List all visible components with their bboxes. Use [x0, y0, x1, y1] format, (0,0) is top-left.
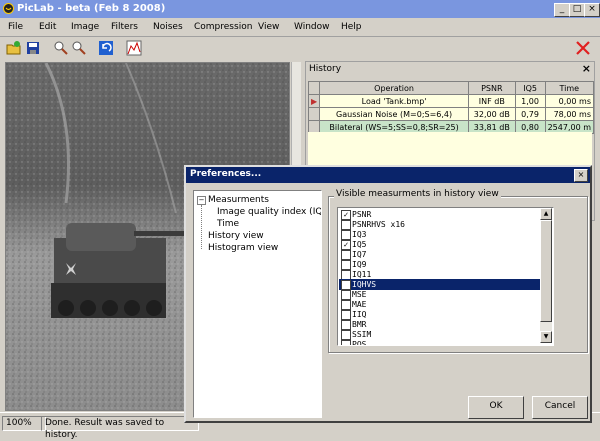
tree-collapse-icon[interactable]: −	[197, 196, 206, 205]
toolbar	[0, 37, 600, 59]
zoom-in-icon[interactable]	[53, 40, 69, 56]
menu-image[interactable]: Image	[71, 22, 99, 32]
cell-iq5: 0,79	[514, 107, 546, 121]
cell-time: 78,00 ms	[544, 107, 595, 121]
group-label: Visible measurments in history view	[334, 189, 501, 199]
cell-psnr: 32,00 dB	[468, 107, 516, 121]
menu-window[interactable]: Window	[294, 22, 330, 32]
cell-operation: Gaussian Noise (M=0;S=6,4)	[319, 107, 469, 121]
list-scrollbar[interactable]: ▲ ▼	[540, 208, 552, 343]
preferences-dialog: Preferences... × − Measurments Image qua…	[184, 165, 592, 423]
row-marker-header	[307, 81, 321, 95]
row-marker	[307, 107, 321, 121]
cell-psnr: INF dB	[468, 94, 516, 108]
ok-button[interactable]: OK	[468, 396, 524, 419]
cell-iq5: 1,00	[514, 94, 546, 108]
tree-item-history-view[interactable]: History view	[208, 231, 264, 241]
column-header-time[interactable]: Time	[544, 81, 595, 95]
close-icon[interactable]	[575, 40, 591, 56]
menu-edit[interactable]: Edit	[39, 22, 56, 32]
dialog-title-bar[interactable]: Preferences... ×	[186, 167, 590, 183]
minimize-button[interactable]: _	[554, 3, 570, 17]
scroll-up-icon[interactable]: ▲	[540, 208, 552, 220]
column-header-iq5[interactable]: IQ5	[514, 81, 546, 95]
cell-operation: Load 'Tank.bmp'	[319, 94, 469, 108]
table-row[interactable]: ▶ Load 'Tank.bmp' INF dB 1,00 0,00 ms	[307, 94, 595, 108]
open-icon[interactable]	[6, 40, 22, 56]
window-title: PicLab - beta (Feb 8 2008)	[17, 3, 166, 14]
tree-item-measurments[interactable]: Measurments	[208, 195, 269, 205]
measurments-list[interactable]: ✓ PSNR PSNRHVS x16 IQ3 ✓ IQ5 IQ7 IQ9 IQ11 IQHVS MS…	[337, 207, 554, 346]
list-item-label: POS	[352, 340, 367, 346]
column-header-operation[interactable]: Operation	[319, 81, 469, 95]
tree-item-image-quality-index[interactable]: Image quality index (IQ-S	[217, 207, 321, 217]
app-logo-icon	[3, 3, 14, 14]
close-window-button[interactable]: ×	[584, 3, 600, 17]
main-title-bar[interactable]: PicLab - beta (Feb 8 2008) _ □ ×	[0, 0, 600, 18]
menu-bar: File Edit Image Filters Noises Compressi…	[0, 18, 600, 37]
history-table: Operation PSNR IQ5 Time ▶ Load 'Tank.bmp…	[307, 81, 595, 134]
menu-noises[interactable]: Noises	[153, 22, 183, 32]
tree-item-time[interactable]: Time	[217, 219, 239, 229]
history-title: History	[309, 64, 342, 74]
status-message: Done. Result was saved to history.	[41, 416, 199, 440]
scroll-thumb[interactable]	[540, 220, 552, 322]
checkbox[interactable]	[341, 340, 351, 345]
cell-time: 0,00 ms	[544, 94, 595, 108]
menu-filters[interactable]: Filters	[111, 22, 138, 32]
tree-line	[201, 205, 203, 249]
column-header-psnr[interactable]: PSNR	[468, 81, 516, 95]
histogram-icon[interactable]	[126, 40, 142, 56]
zoom-out-icon[interactable]	[71, 40, 87, 56]
menu-compression[interactable]: Compression	[194, 22, 252, 32]
menu-view[interactable]: View	[258, 22, 279, 32]
maximize-button[interactable]: □	[569, 3, 585, 17]
preferences-tree: − Measurments Image quality index (IQ-S …	[193, 190, 322, 418]
cancel-button[interactable]: Cancel	[532, 396, 588, 419]
dialog-close-button[interactable]: ×	[574, 169, 588, 182]
scroll-down-icon[interactable]: ▼	[540, 331, 552, 343]
menu-help[interactable]: Help	[341, 22, 362, 32]
menu-file[interactable]: File	[8, 22, 23, 32]
current-row-arrow-icon: ▶	[307, 94, 321, 108]
save-icon[interactable]	[25, 40, 41, 56]
zoom-level: 100%	[2, 416, 46, 431]
list-item[interactable]: POS	[339, 339, 540, 346]
dialog-title: Preferences...	[190, 169, 262, 179]
table-row[interactable]: Gaussian Noise (M=0;S=6,4) 32,00 dB 0,79…	[307, 107, 595, 121]
undo-icon[interactable]	[98, 40, 114, 56]
history-close-icon[interactable]: ×	[582, 62, 591, 75]
tree-item-histogram-view[interactable]: Histogram view	[208, 243, 278, 253]
